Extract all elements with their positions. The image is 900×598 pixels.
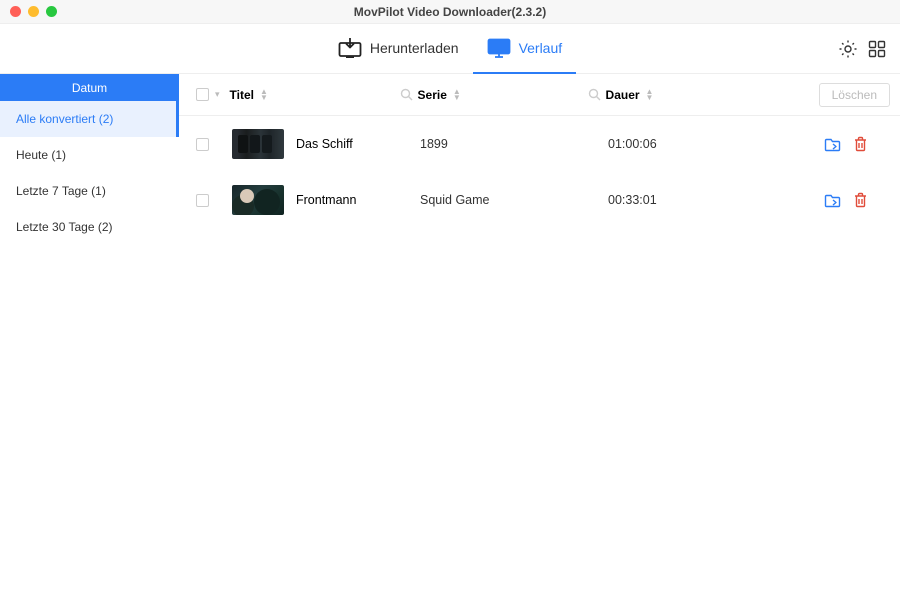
sort-icon: ▲▼ [453,89,461,101]
column-header-title-label: Titel [230,88,254,102]
tab-download-label: Herunterladen [370,40,459,56]
search-icon [400,88,413,101]
row-duration: 00:33:01 [608,193,778,207]
row-checkbox[interactable] [196,194,209,207]
column-header-serie[interactable]: Serie ▲▼ [418,88,588,102]
close-window-button[interactable] [10,6,21,17]
row-duration: 01:00:06 [608,137,778,151]
select-all-checkbox[interactable] [196,88,209,101]
row-serie: 1899 [420,137,590,151]
main-tab-bar: Herunterladen Verlauf [0,24,900,74]
tab-download[interactable]: Herunterladen [324,24,473,74]
window-controls [0,6,57,17]
sidebar-header-label: Datum [72,81,107,95]
window-titlebar: MovPilot Video Downloader(2.3.2) [0,0,900,24]
table-header: ▾ Titel ▲▼ Serie ▲▼ Dauer ▲▼ [179,74,900,116]
sort-icon: ▲▼ [260,89,268,101]
open-folder-icon [824,137,841,152]
sidebar-item-label: Heute (1) [16,148,66,162]
delete-row-button[interactable] [853,192,868,208]
search-icon [588,88,601,101]
sidebar-header[interactable]: Datum [0,74,179,101]
search-title-button[interactable] [400,88,418,101]
sidebar: Datum Alle konvertiert (2) Heute (1) Let… [0,74,179,598]
sidebar-item-label: Letzte 7 Tage (1) [16,184,106,198]
video-thumbnail [232,185,284,215]
column-header-serie-label: Serie [418,88,447,102]
delete-row-button[interactable] [853,136,868,152]
open-folder-button[interactable] [824,193,841,208]
header-dropdown-icon[interactable]: ▾ [215,89,220,100]
row-title: Das Schiff [296,137,402,151]
open-folder-button[interactable] [824,137,841,152]
sort-icon: ▲▼ [646,89,654,101]
window-title: MovPilot Video Downloader(2.3.2) [0,5,900,19]
sidebar-item-last-7-days[interactable]: Letzte 7 Tage (1) [0,173,179,209]
row-serie: Squid Game [420,193,590,207]
settings-button[interactable] [838,39,858,59]
grid-icon [868,40,886,58]
column-header-duration-label: Dauer [606,88,640,102]
video-thumbnail [232,129,284,159]
gear-icon [838,39,858,59]
open-folder-icon [824,193,841,208]
table-row: Frontmann Squid Game 00:33:01 [179,172,900,228]
search-serie-button[interactable] [588,88,606,101]
trash-icon [853,192,868,208]
trash-icon [853,136,868,152]
row-title: Frontmann [296,193,402,207]
monitor-icon [487,38,511,58]
sidebar-item-label: Letzte 30 Tage (2) [16,220,113,234]
download-icon [338,38,362,58]
row-checkbox[interactable] [196,138,209,151]
maximize-window-button[interactable] [46,6,57,17]
sidebar-item-label: Alle konvertiert (2) [16,112,113,126]
tab-history-label: Verlauf [519,40,563,56]
content-area: ▾ Titel ▲▼ Serie ▲▼ Dauer ▲▼ [179,74,900,598]
table-row: Das Schiff 1899 01:00:06 [179,116,900,172]
sidebar-item-last-30-days[interactable]: Letzte 30 Tage (2) [0,209,179,245]
grid-menu-button[interactable] [868,40,886,58]
delete-selected-button[interactable]: Löschen [819,83,890,107]
tab-history[interactable]: Verlauf [473,24,577,74]
column-header-title[interactable]: Titel ▲▼ [230,88,400,102]
sidebar-item-today[interactable]: Heute (1) [0,137,179,173]
sidebar-item-all-converted[interactable]: Alle konvertiert (2) [0,101,179,137]
minimize-window-button[interactable] [28,6,39,17]
column-header-duration[interactable]: Dauer ▲▼ [606,88,776,102]
